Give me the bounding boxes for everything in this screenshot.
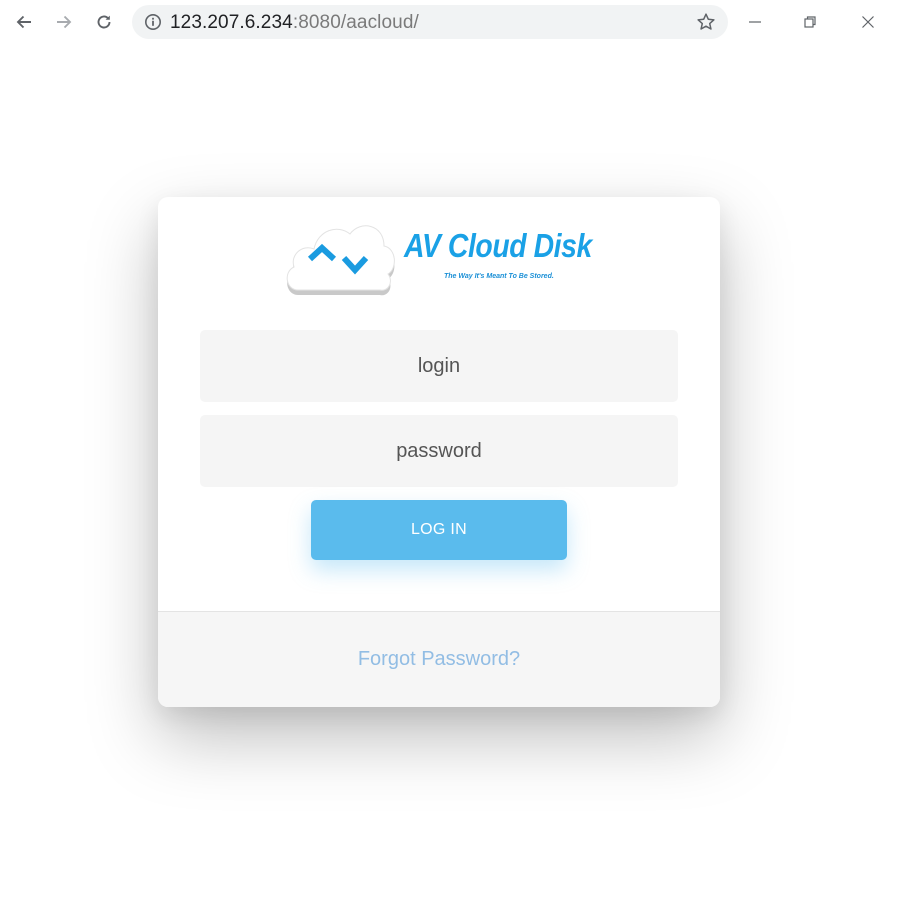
card-footer: Forgot Password?	[158, 611, 720, 707]
forward-arrow-icon	[57, 15, 72, 29]
info-icon[interactable]	[144, 13, 162, 31]
url-host: 123.207.6.234	[170, 12, 293, 33]
url-path: :8080/aacloud/	[292, 12, 419, 33]
brand-title: AV Cloud Disk	[404, 227, 592, 264]
password-input[interactable]	[200, 415, 678, 487]
url-text: 123.207.6.234:8080/aacloud/	[170, 12, 419, 34]
brand-tagline: The Way It's Meant To Be Stored.	[444, 273, 554, 280]
forgot-password-link[interactable]: Forgot Password?	[158, 648, 720, 671]
login-card: AV Cloud Disk The Way It's Meant To Be S…	[158, 197, 720, 707]
login-input[interactable]	[200, 330, 678, 402]
cloud-logo-icon	[286, 225, 395, 296]
back-button[interactable]	[12, 10, 36, 34]
restore-icon	[804, 16, 816, 28]
reload-icon	[97, 15, 111, 29]
forward-button[interactable]	[52, 10, 76, 34]
minimize-icon	[749, 21, 761, 23]
brand-logo: AV Cloud Disk The Way It's Meant To Be S…	[284, 215, 594, 301]
minimize-button[interactable]	[743, 10, 767, 34]
restore-button[interactable]	[798, 10, 822, 34]
browser-toolbar: 123.207.6.234:8080/aacloud/	[0, 0, 900, 44]
close-icon	[862, 16, 874, 28]
login-button[interactable]: LOG IN	[311, 500, 567, 560]
reload-button[interactable]	[92, 10, 116, 34]
star-icon[interactable]	[696, 12, 716, 32]
back-arrow-icon	[16, 15, 31, 29]
address-bar[interactable]: 123.207.6.234:8080/aacloud/	[132, 5, 728, 39]
close-window-button[interactable]	[856, 10, 880, 34]
